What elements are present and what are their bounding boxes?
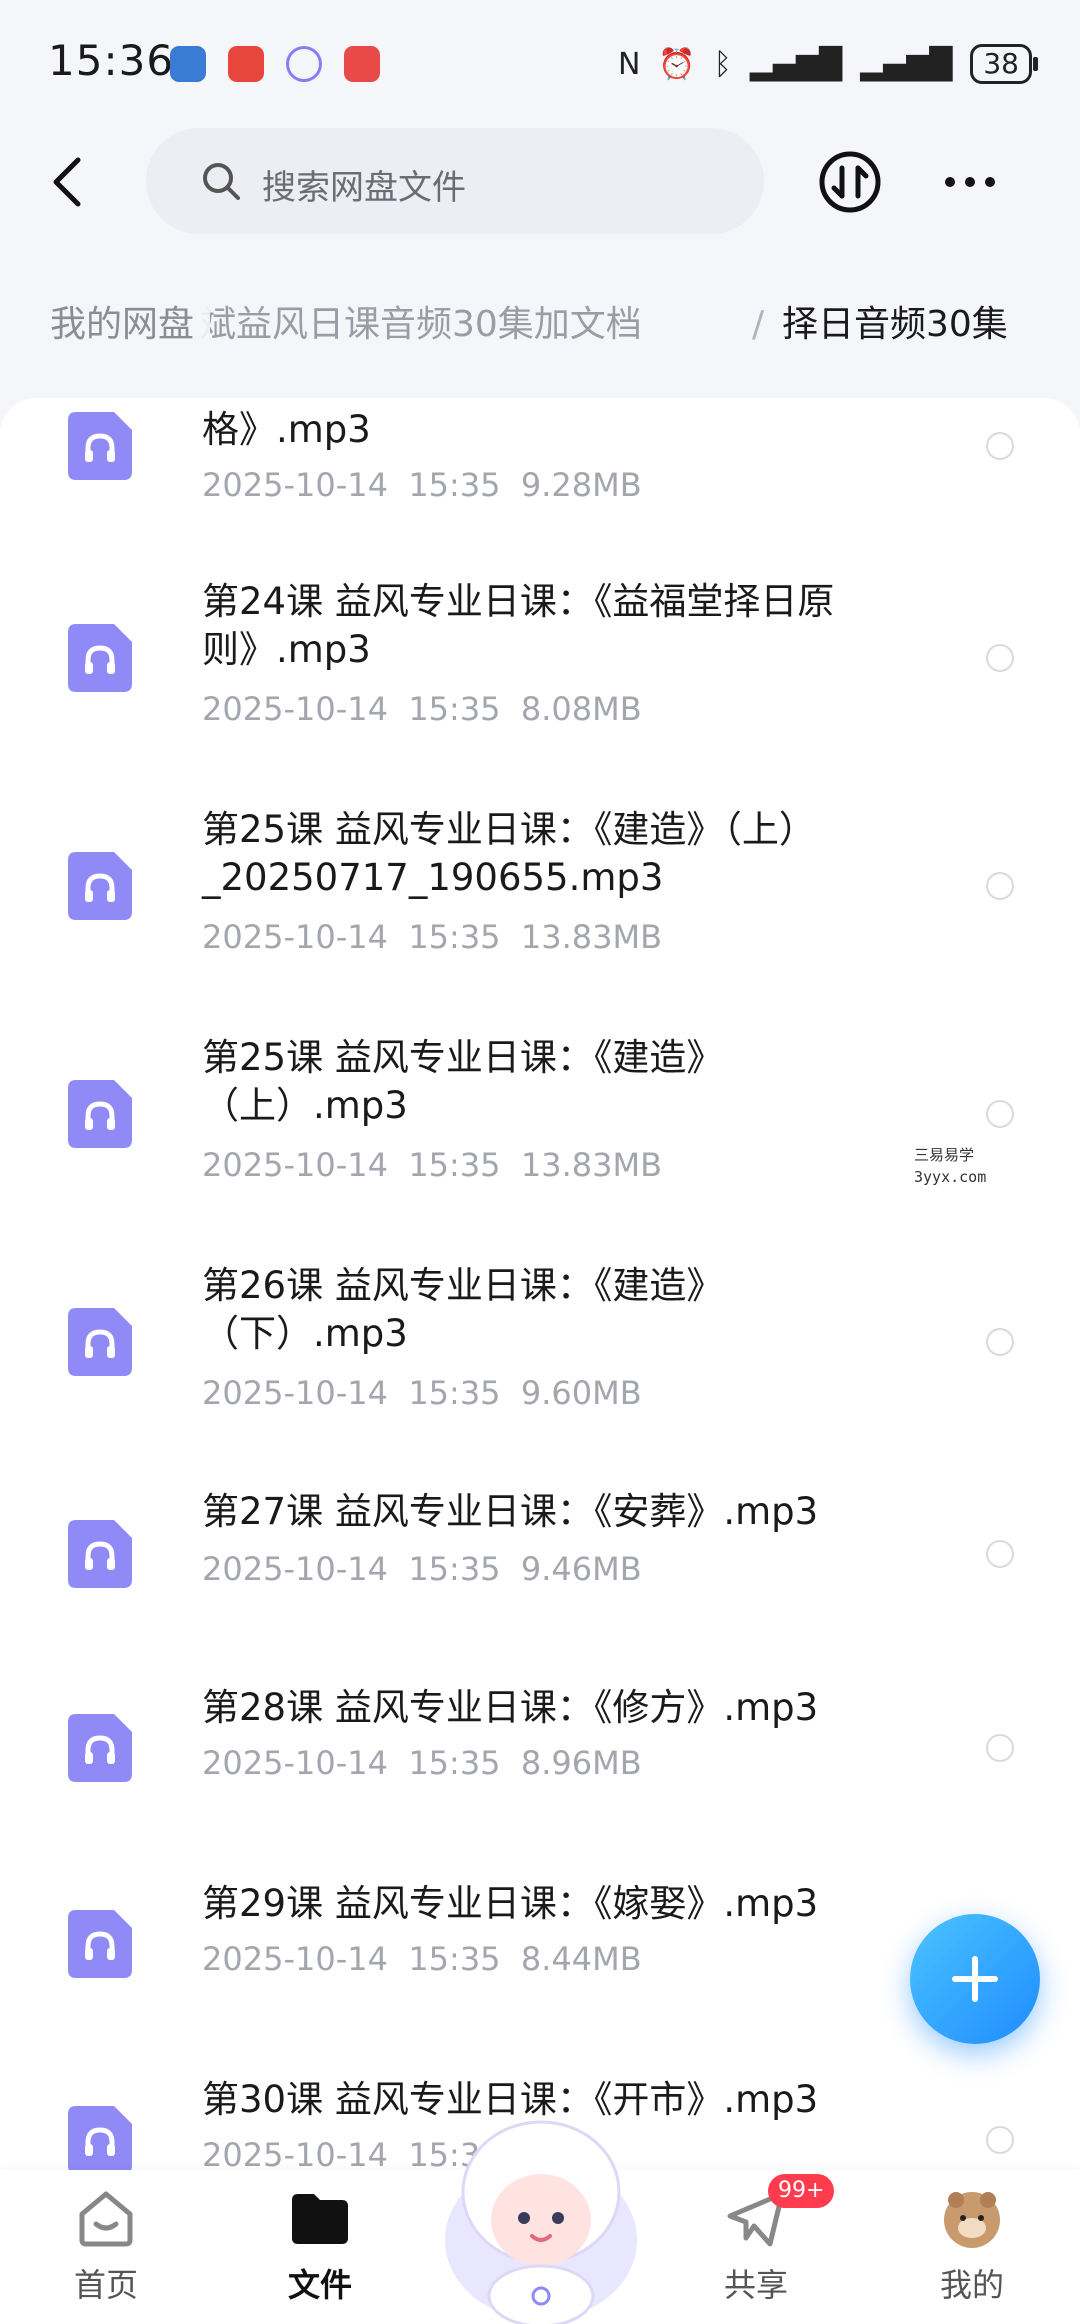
mascot-ai-assistant[interactable] (436, 2100, 646, 2324)
select-checkbox[interactable] (986, 2126, 1014, 2154)
file-name: 第27课 益风专业日课：《安葬》.mp3 (202, 1490, 819, 1533)
file-meta: 2025-10-14 15:35 9.28MB (202, 466, 642, 504)
search-icon (203, 163, 240, 200)
alarm-icon: ⏰ (658, 46, 696, 82)
file-meta: 2025-10-14 15:35 8.08MB (202, 690, 642, 728)
app-notification-icon (344, 46, 380, 82)
app-notification-icon (286, 46, 322, 82)
app-notification-icon (170, 46, 206, 82)
home-icon (79, 2191, 133, 2247)
file-row[interactable]: 第26课 益风专业日课：《建造》 （下）.mp3 2025-10-14 15:35… (0, 1260, 1080, 1488)
file-name: 第25课 益风专业日课：《建造》（上） _20250717_190655.mp3 (202, 808, 816, 899)
breadcrumb-parent-folder[interactable]: 斌益风日课音频30集加文档 (200, 290, 642, 360)
breadcrumb: 斌益风日课音频30集加文档 我的网盘 / 择日音频30集 (0, 290, 1080, 360)
select-checkbox[interactable] (986, 1540, 1014, 1568)
select-checkbox[interactable] (986, 1328, 1014, 1356)
audio-file-icon (68, 1308, 132, 1376)
signal-icon: ▂▄▆█ (749, 46, 843, 82)
file-meta: 2025-10-14 15:35 8.96MB (202, 1744, 642, 1782)
select-checkbox[interactable] (986, 432, 1014, 460)
signal-icon: ▂▄▆█ (860, 46, 953, 82)
breadcrumb-current-folder: 择日音频30集 (782, 304, 1008, 345)
audio-file-icon (68, 1520, 132, 1588)
file-row[interactable]: 第27课 益风专业日课：《安葬》.mp3 2025-10-14 15:35 9.… (0, 1488, 1080, 1684)
nav-home[interactable]: 首页 (36, 2170, 176, 2324)
watermark: 三易易学 3yyx.com (914, 1146, 987, 1186)
avatar-icon (944, 2192, 1000, 2248)
file-row[interactable]: 第24课 益风专业日课：《益福堂择日原 则》.mp3 2025-10-14 15:… (0, 576, 1080, 804)
audio-file-icon (68, 1080, 132, 1148)
file-meta: 2025-10-14 15:35 8.44MB (202, 1940, 642, 1978)
select-checkbox[interactable] (986, 1100, 1014, 1128)
file-meta: 2025-10-14 15:35 13.83MB (202, 918, 663, 956)
nav-share[interactable]: 99+ 共享 (686, 2170, 835, 2324)
file-name: 第26课 益风专业日课：《建造》 （下）.mp3 (202, 1264, 724, 1355)
nav-files[interactable]: 文件 (250, 2170, 390, 2324)
file-row[interactable]: 第25课 益风专业日课：《建造》（上） _20250717_190655.mp3 … (0, 804, 1080, 1032)
audio-file-icon (68, 1910, 132, 1978)
nav-me[interactable]: 我的 (902, 2170, 1042, 2324)
breadcrumb-separator: / (752, 304, 765, 345)
file-meta: 2025-10-14 15:35 13.83MB (202, 1146, 663, 1184)
status-notification-icons (170, 46, 380, 82)
nav-me-label: 我的 (939, 2266, 1004, 2304)
file-row[interactable]: 第28课 益风专业日课：《修方》.mp3 2025-10-14 15:35 8.… (0, 1684, 1080, 1880)
audio-file-icon (68, 2106, 132, 2170)
file-name: 第28课 益风专业日课：《修方》.mp3 (202, 1686, 819, 1729)
select-checkbox[interactable] (986, 1734, 1014, 1762)
file-row[interactable]: 第23课 益风专业日课：《格格》.mp3 2025-10-14 15:35 9.… (0, 398, 1080, 518)
breadcrumb-root[interactable]: 我的网盘 (22, 290, 211, 360)
bluetooth-icon: ᛒ (713, 46, 732, 82)
transfer-icon[interactable] (818, 150, 882, 214)
add-button[interactable] (910, 1914, 1040, 2044)
file-meta: 2025-10-14 15:35 9.60MB (202, 1374, 642, 1412)
file-name: 第23课 益风专业日课：《格格》.mp3 (202, 398, 649, 451)
more-icon[interactable] (940, 152, 1000, 212)
search-input[interactable]: 搜索网盘文件 (146, 128, 764, 234)
file-list[interactable]: 第23课 益风专业日课：《格格》.mp3 2025-10-14 15:35 9.… (0, 398, 1080, 2170)
header: 搜索网盘文件 (0, 128, 1080, 238)
nav-share-label: 共享 (723, 2266, 788, 2304)
folder-icon (292, 2194, 348, 2244)
file-name: 第25课 益风专业日课：《建造》 （上）.mp3 (202, 1036, 724, 1127)
file-name: 第24课 益风专业日课：《益福堂择日原 则》.mp3 (202, 580, 835, 671)
status-time: 15:36 (48, 36, 175, 85)
nav-home-label: 首页 (73, 2266, 138, 2304)
file-meta: 2025-10-14 15:35 9.46MB (202, 1550, 642, 1588)
status-system-icons: N ⏰ ᛒ ▂▄▆█ ▂▄▆█ 38 (617, 44, 1038, 84)
select-checkbox[interactable] (986, 872, 1014, 900)
audio-file-icon (68, 412, 132, 480)
share-badge: 99+ (768, 2174, 835, 2208)
audio-file-icon (68, 852, 132, 920)
search-placeholder: 搜索网盘文件 (262, 168, 466, 208)
status-bar: 15:36 N ⏰ ᛒ ▂▄▆█ ▂▄▆█ 38 (0, 0, 1080, 130)
select-checkbox[interactable] (986, 644, 1014, 672)
nfc-icon: N (617, 46, 641, 82)
audio-file-icon (68, 624, 132, 692)
app-notification-icon (228, 46, 264, 82)
nav-files-label: 文件 (287, 2266, 352, 2304)
battery-indicator: 38 (970, 44, 1038, 84)
back-arrow-icon[interactable] (40, 152, 100, 212)
file-name: 第29课 益风专业日课：《嫁娶》.mp3 (202, 1882, 819, 1925)
audio-file-icon (68, 1714, 132, 1782)
